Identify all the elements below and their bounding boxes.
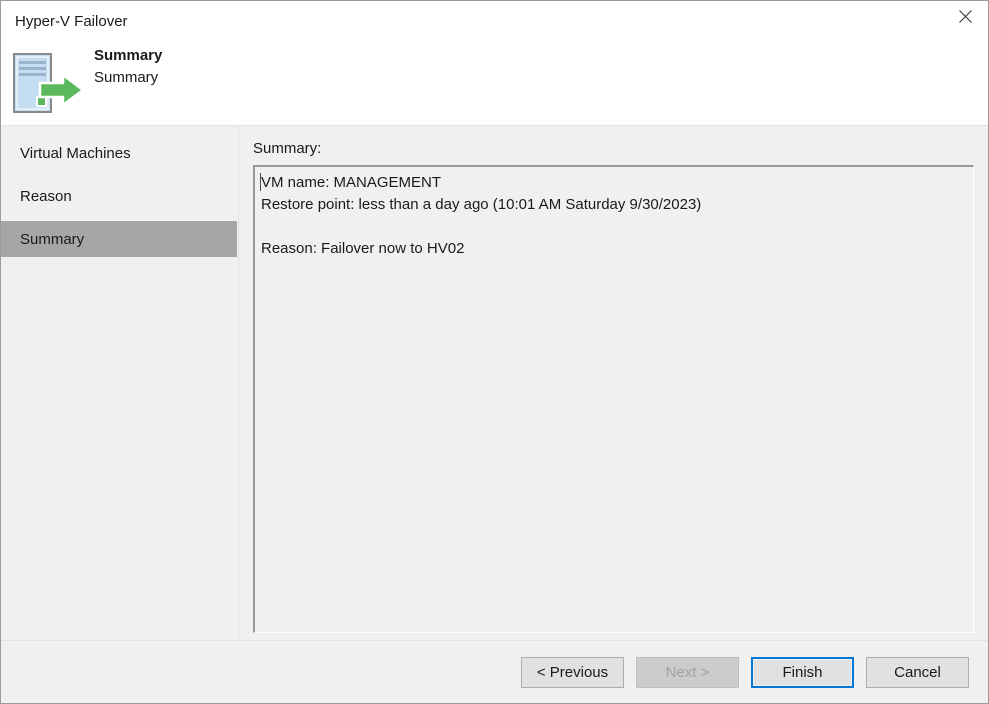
sidebar-item-label: Reason [20, 187, 72, 205]
summary-textbox-value: VM name: MANAGEMENT Restore point: less … [261, 174, 702, 257]
dialog-footer: < Previous Next > Finish Cancel [1, 640, 988, 703]
summary-panel: Summary: VM name: MANAGEMENT Restore poi… [239, 126, 988, 640]
server-failover-icon [13, 53, 85, 115]
next-button: Next > [636, 656, 739, 688]
window-title: Hyper-V Failover [15, 13, 128, 30]
sidebar-item-label: Virtual Machines [20, 144, 131, 162]
page-subtitle: Summary [94, 69, 159, 86]
hyper-v-failover-dialog: Hyper-V Failover Summary Summary Virtual… [0, 0, 989, 704]
dialog-header: Summary Summary [1, 42, 988, 126]
sidebar-item-virtual-machines[interactable]: Virtual Machines [1, 135, 237, 171]
previous-button[interactable]: < Previous [521, 656, 624, 688]
close-icon [958, 10, 972, 23]
page-title: Summary [94, 47, 163, 64]
wizard-steps-sidebar: Virtual Machines Reason Summary [1, 126, 239, 640]
finish-button[interactable]: Finish [751, 656, 854, 688]
summary-label: Summary: [253, 140, 322, 157]
sidebar-item-summary[interactable]: Summary [1, 221, 237, 257]
sidebar-item-reason[interactable]: Reason [1, 178, 237, 214]
dialog-body: Virtual Machines Reason Summary Summary:… [1, 126, 988, 640]
title-bar: Hyper-V Failover [1, 1, 988, 42]
sidebar-item-label: Summary [20, 230, 85, 248]
summary-textbox[interactable]: VM name: MANAGEMENT Restore point: less … [253, 165, 974, 633]
close-button[interactable] [942, 1, 988, 32]
header-text-group: Summary Summary [94, 45, 162, 89]
cancel-button[interactable]: Cancel [866, 656, 969, 688]
